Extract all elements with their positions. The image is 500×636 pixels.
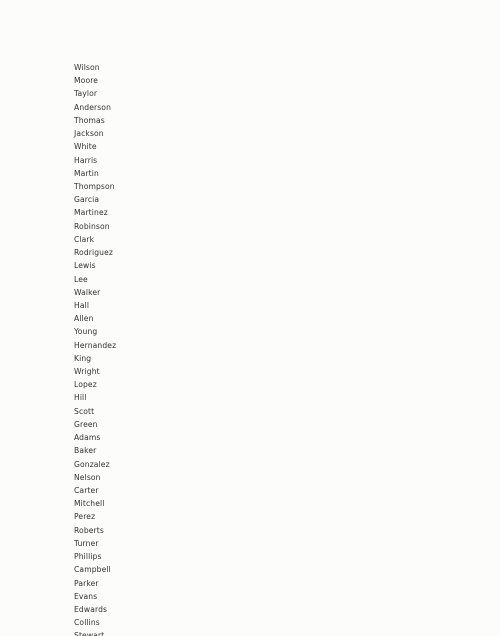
list-item: Lewis [74,261,96,271]
list-item: Evans [74,591,98,601]
list-item: Garcia [74,195,100,205]
list-item: Edwards [74,604,108,614]
list-item: Campbell [74,565,111,575]
list-item: Gonzalez [74,459,110,469]
list-item: Nelson [74,472,101,482]
list-item: Baker [74,446,97,456]
list-item: Clark [74,234,95,244]
list-item: Allen [74,314,94,324]
list-item: Adams [74,433,101,443]
list-item: Wilson [74,63,100,72]
list-item: Roberts [74,525,104,535]
list-item: Robinson [74,221,110,231]
list-item: Harris [74,155,98,165]
list-item: Perez [74,512,96,522]
list-item: Martin [74,168,99,178]
list-item: Lopez [74,380,97,390]
list-item: Lee [74,274,88,284]
list-item: Green [74,419,98,429]
list-item: Walker [74,287,101,297]
list-item: Wright [74,367,100,377]
list-item: Mitchell [74,499,105,509]
list-item: Scott [74,406,95,416]
list-item: Collins [74,618,100,628]
page-root: Wilson Moore Taylor Anderson Thomas Jackson Wh… [0,0,500,636]
list-item: Anderson [74,102,111,112]
list-item: Jackson [74,129,104,139]
list-item: Carter [74,486,99,495]
list-item: Taylor [74,89,98,99]
list-item: King [74,353,92,363]
list-item: Phillips [74,552,102,562]
list-item: Rodriguez [74,248,114,258]
surname-list: Wilson Moore Taylor Anderson Thomas Jackson Wh… [74,61,454,636]
list-item: Turner [74,538,99,548]
list-item: Thompson [74,181,115,191]
list-item: Martinez [74,208,108,218]
list-item: Moore [74,76,99,86]
list-item: Hill [74,393,87,403]
list-item: Hall [74,300,90,310]
list-item: Young [74,327,98,337]
list-item: Parker [74,578,99,588]
list-item: Stewart [74,631,105,636]
list-item: White [74,142,97,152]
list-item: Hernandez [74,340,117,350]
list-item: Thomas [74,115,105,125]
